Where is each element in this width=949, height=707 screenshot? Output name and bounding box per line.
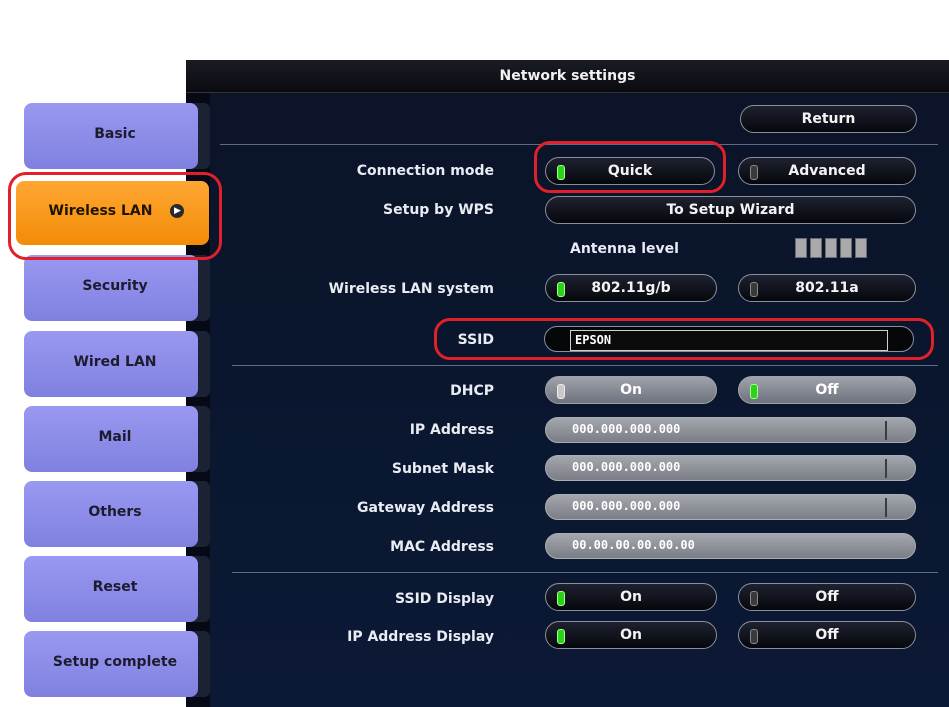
wlan-80211gb-button[interactable]: 802.11g/b [545,274,717,302]
indicator-off-icon [750,629,758,644]
tab-label: Mail [98,429,132,445]
ssid-display-off-button[interactable]: Off [738,583,916,611]
ip-display-on-button[interactable]: On [545,621,717,649]
highlight-connection-mode [534,141,726,193]
return-button[interactable]: Return [740,105,917,133]
ip-address-value: 000.000.000.000 [572,422,681,436]
wlan-80211a-button[interactable]: 802.11a [738,274,916,302]
option-label: Off [815,589,839,605]
tab-label: Reset [92,579,138,595]
setup-wizard-label: To Setup Wizard [666,202,795,218]
ssid-display-on-button[interactable]: On [545,583,717,611]
tab-security[interactable]: Security [24,255,198,321]
window-title: Network settings [186,60,949,93]
antenna-bar [795,238,807,258]
ip-display-off-button[interactable]: Off [738,621,916,649]
highlight-wireless-lan [8,172,222,260]
wlan-system-label: Wireless LAN system [328,281,494,297]
connection-mode-advanced-button[interactable]: Advanced [738,157,916,185]
tab-label: Wired LAN [73,354,157,370]
option-label: 802.11a [795,280,859,296]
indicator-off-icon [750,591,758,606]
gateway-field[interactable]: 000.000.000.000 [545,494,916,520]
field-end-marker [885,459,887,478]
dhcp-label: DHCP [450,383,494,399]
indicator-on-icon [557,629,565,644]
option-label: On [620,589,642,605]
tab-reset[interactable]: Reset [24,556,198,622]
ssid-display-label: SSID Display [395,591,494,607]
ip-address-field[interactable]: 000.000.000.000 [545,417,916,443]
setup-wizard-button[interactable]: To Setup Wizard [545,196,916,224]
wps-label: Setup by WPS [383,202,494,218]
field-end-marker [885,498,887,517]
indicator-off-icon [557,384,565,399]
divider [232,365,938,366]
tab-label: Security [82,278,148,294]
gateway-label: Gateway Address [356,500,494,516]
tab-label: Setup complete [52,654,178,670]
tab-setup-complete[interactable]: Setup complete [24,631,198,697]
ip-address-label: IP Address [409,422,494,438]
subnet-mask-field[interactable]: 000.000.000.000 [545,455,916,481]
tab-label: Others [88,504,142,520]
subnet-mask-label: Subnet Mask [391,461,494,477]
mac-address-field: 00.00.00.00.00.00 [545,533,916,559]
antenna-bar [810,238,822,258]
divider [232,572,938,573]
indicator-off-icon [750,165,758,180]
tab-wired-lan[interactable]: Wired LAN [24,331,198,397]
option-label: Advanced [788,163,866,179]
indicator-on-icon [557,591,565,606]
gateway-value: 000.000.000.000 [572,499,681,513]
highlight-ssid [434,318,934,360]
option-label: 802.11g/b [591,280,671,296]
option-label: On [620,627,642,643]
indicator-on-icon [557,282,565,297]
ip-display-label: IP Address Display [347,629,494,645]
connection-mode-label: Connection mode [356,163,494,179]
antenna-bar [840,238,852,258]
option-label: Off [815,627,839,643]
tab-mail[interactable]: Mail [24,406,198,472]
antenna-level-indicator [795,238,867,258]
subnet-mask-value: 000.000.000.000 [572,460,681,474]
option-label: Off [815,382,839,398]
mac-address-value: 00.00.00.00.00.00 [572,538,695,552]
return-label: Return [801,111,856,127]
antenna-level-label: Antenna level [570,241,679,257]
tab-label: Basic [94,126,136,142]
option-label: On [620,382,642,398]
dhcp-on-button[interactable]: On [545,376,717,404]
indicator-off-icon [750,282,758,297]
antenna-bar [855,238,867,258]
field-end-marker [885,421,887,440]
dhcp-off-button[interactable]: Off [738,376,916,404]
mac-address-label: MAC Address [390,539,494,555]
indicator-on-icon [750,384,758,399]
antenna-bar [825,238,837,258]
tab-others[interactable]: Others [24,481,198,547]
tab-basic[interactable]: Basic [24,103,198,169]
